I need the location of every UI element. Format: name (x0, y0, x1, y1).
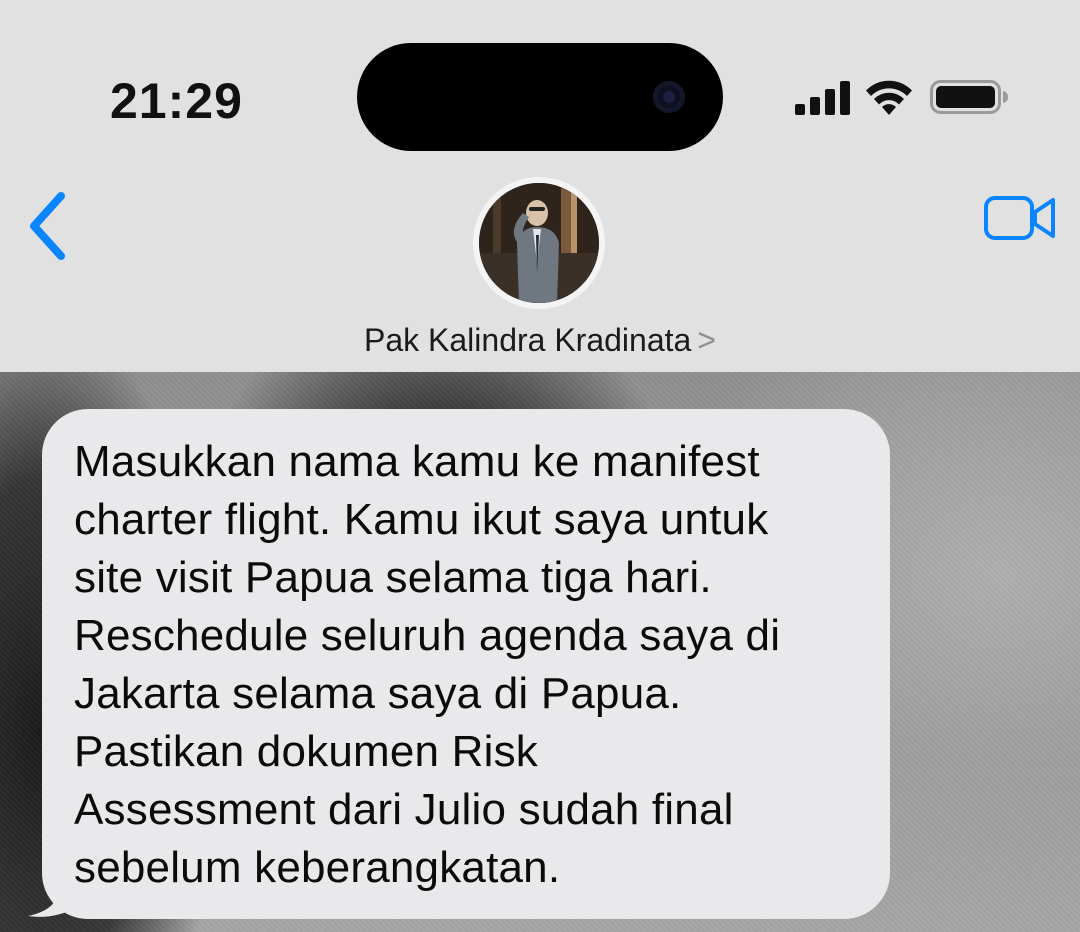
battery-icon (930, 80, 1008, 114)
video-camera-icon (984, 196, 1055, 240)
camera-lens-icon (653, 81, 685, 113)
chevron-right-icon: > (697, 322, 716, 358)
contact-name-button[interactable]: Pak Kalindra Kradinata > (0, 322, 1080, 359)
conversation-header: 21:29 Pak Kalindra Kradinata > (0, 0, 1080, 372)
dynamic-island (357, 43, 723, 151)
back-button[interactable] (22, 188, 72, 264)
message-bubble-incoming[interactable]: Masukkan nama kamu ke manifest charter f… (42, 409, 890, 919)
chevron-left-icon (30, 192, 65, 260)
wifi-icon (866, 80, 912, 115)
contact-name: Pak Kalindra Kradinata (364, 322, 692, 358)
avatar-image (479, 183, 599, 303)
message-text: Masukkan nama kamu ke manifest charter f… (74, 437, 781, 892)
avatar-photo (479, 183, 599, 303)
signal-icon (795, 81, 850, 115)
status-time: 21:29 (110, 73, 243, 129)
facetime-video-button[interactable] (980, 190, 1060, 246)
contact-avatar[interactable] (473, 177, 605, 309)
